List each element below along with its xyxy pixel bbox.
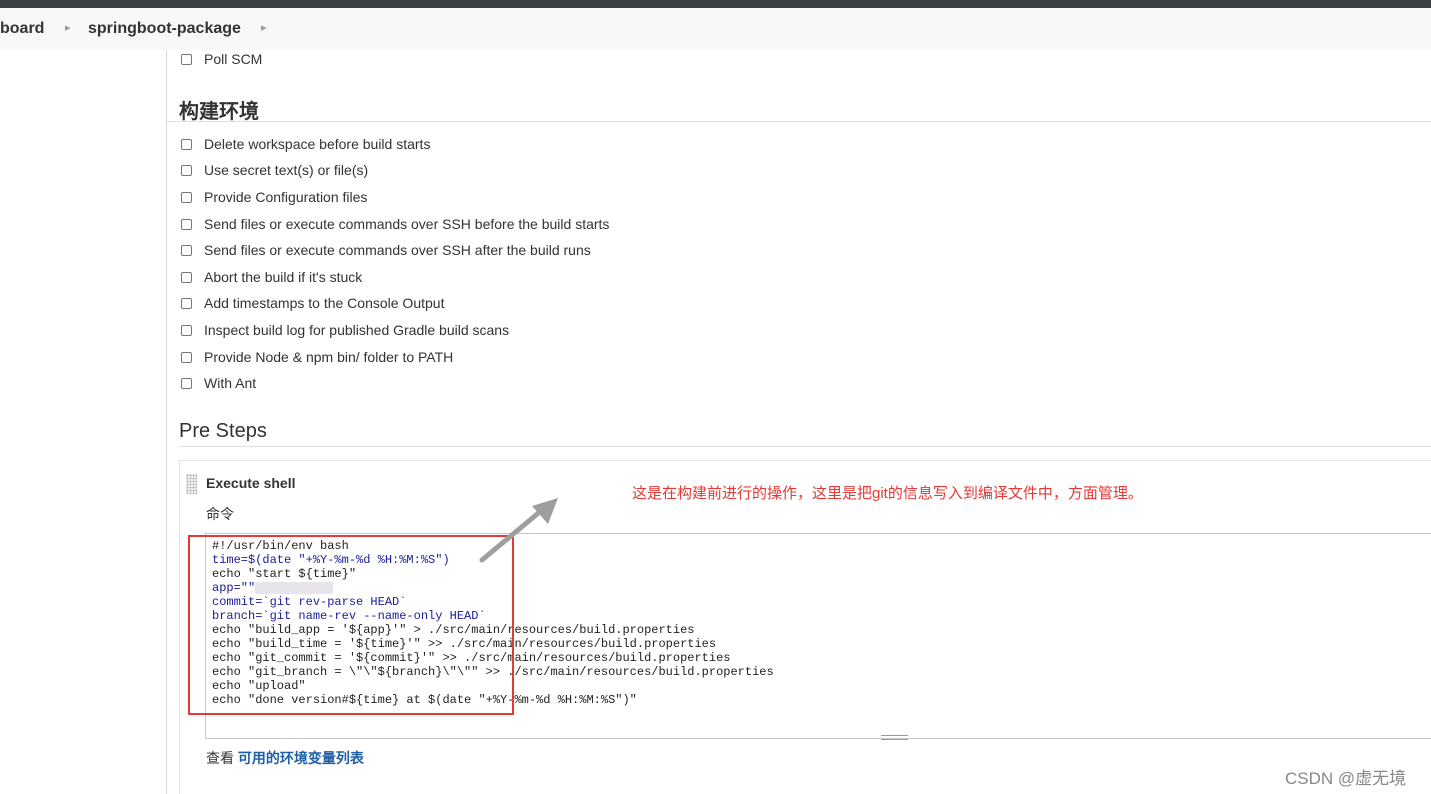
highlight-box [188, 535, 514, 715]
option-label: Provide Node & npm bin/ folder to PATH [204, 349, 454, 365]
option-label: Send files or execute commands over SSH … [204, 216, 610, 232]
checkbox[interactable] [181, 351, 192, 363]
option-label: Abort the build if it's stuck [204, 269, 363, 285]
checkbox[interactable] [181, 244, 192, 256]
build-env-option[interactable]: Inspect build log for published Gradle b… [181, 320, 509, 340]
breadcrumb-job[interactable]: springboot-package [88, 20, 241, 38]
execute-shell-title: Execute shell [206, 475, 296, 491]
build-env-option[interactable]: Send files or execute commands over SSH … [181, 214, 609, 234]
build-env-option[interactable]: With Ant [181, 373, 256, 393]
breadcrumb: board ▸ springboot-package ▸ [0, 8, 1431, 50]
build-env-option[interactable]: Use secret text(s) or file(s) [181, 160, 368, 180]
breadcrumb-separator-icon[interactable]: ▸ [261, 21, 267, 34]
breadcrumb-separator-icon[interactable]: ▸ [65, 21, 71, 34]
build-env-option[interactable]: Add timestamps to the Console Output [181, 293, 444, 313]
checkbox[interactable] [181, 138, 192, 150]
build-env-option[interactable]: Provide Node & npm bin/ folder to PATH [181, 347, 453, 367]
checkbox[interactable] [181, 271, 192, 283]
checkbox[interactable] [181, 377, 192, 389]
env-vars-footer: 查看 可用的环境变量列表 [206, 748, 364, 768]
checkbox[interactable] [181, 164, 192, 176]
annotation-note: 这是在构建前进行的操作，这里是把git的信息写入到编译文件中，方面管理。 [632, 485, 1143, 502]
option-label: Inspect build log for published Gradle b… [204, 322, 510, 338]
breadcrumb-dashboard[interactable]: board [0, 20, 44, 38]
build-env-option[interactable]: Delete workspace before build starts [181, 134, 430, 154]
option-label: Use secret text(s) or file(s) [204, 162, 369, 178]
poll-scm-option[interactable]: Poll SCM [181, 49, 262, 69]
checkbox[interactable] [181, 297, 192, 309]
option-label: Send files or execute commands over SSH … [204, 242, 591, 258]
option-label: Provide Configuration files [204, 189, 368, 205]
build-env-heading: 构建环境 [179, 101, 259, 123]
window-top-bar [0, 0, 1431, 8]
divider [179, 446, 1431, 447]
build-env-option[interactable]: Abort the build if it's stuck [181, 267, 362, 287]
env-vars-link[interactable]: 可用的环境变量列表 [238, 750, 364, 766]
watermark: CSDN @虚无境 [1285, 769, 1407, 788]
pre-steps-heading: Pre Steps [179, 420, 267, 442]
sidebar [0, 50, 167, 794]
option-label: Add timestamps to the Console Output [204, 295, 445, 311]
checkbox[interactable] [181, 324, 192, 336]
arrow-icon [479, 498, 558, 563]
build-env-option[interactable]: Send files or execute commands over SSH … [181, 240, 591, 260]
build-env-option[interactable]: Provide Configuration files [181, 187, 367, 207]
option-label: Delete workspace before build starts [204, 136, 431, 152]
resize-handle-icon[interactable] [881, 735, 908, 740]
divider [167, 121, 1431, 122]
checkbox[interactable] [181, 191, 192, 203]
poll-scm-checkbox[interactable] [181, 53, 192, 65]
option-label: With Ant [204, 375, 257, 391]
checkbox[interactable] [181, 218, 192, 230]
drag-handle-icon[interactable] [186, 474, 197, 494]
footer-prefix: 查看 [206, 750, 234, 766]
command-label: 命令 [206, 506, 234, 522]
poll-scm-label: Poll SCM [204, 51, 263, 67]
